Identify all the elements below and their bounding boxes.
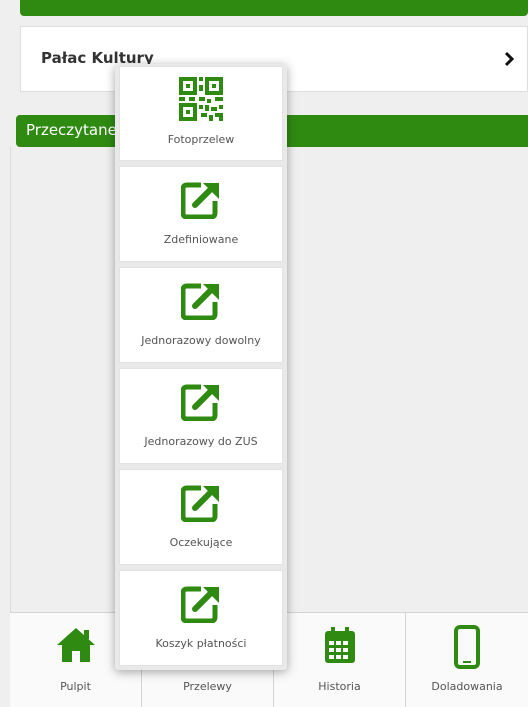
menu-item-label: Zdefiniowane [163,233,239,246]
external-link-icon [181,283,219,320]
menu-item-oczekujace[interactable]: Oczekujące [119,469,283,565]
menu-item-fotoprzelew[interactable]: Fotoprzelew [119,66,283,161]
menu-item-koszyk-platnosci[interactable]: Koszyk płatności [119,570,283,666]
nav-label: Przelewy [183,680,232,693]
qr-code-icon [179,77,223,121]
menu-item-zdefiniowane[interactable]: Zdefiniowane [119,166,283,262]
menu-item-label: Jednorazowy do ZUS [144,435,258,448]
menu-item-jednorazowy-do-zus[interactable]: Jednorazowy do ZUS [119,368,283,464]
nav-label: Historia [318,680,361,693]
nav-label: Doladowania [431,680,503,693]
nav-item-historia[interactable]: Historia [274,613,406,707]
menu-item-label: Oczekujące [169,536,233,549]
external-link-icon [181,586,219,623]
nav-item-doladowania[interactable]: Doladowania [406,613,528,707]
menu-item-jednorazowy-dowolny[interactable]: Jednorazowy dowolny [119,267,283,363]
menu-item-label: Jednorazowy dowolny [141,334,261,347]
transfer-menu-popup: Fotoprzelew Zdefiniowane Jednorazowy dow… [115,64,287,670]
section-title: Przeczytane [26,121,117,139]
menu-item-label: Koszyk płatności [155,637,247,650]
top-header-bar [20,0,528,16]
nav-label: Pulpit [60,680,91,693]
chevron-right-icon [504,51,515,67]
menu-item-label: Fotoprzelew [167,133,235,146]
phone-icon [454,625,480,669]
external-link-icon [181,182,219,219]
external-link-icon [181,384,219,421]
calendar-icon [324,627,355,663]
home-icon [56,628,95,662]
external-link-icon [181,485,219,522]
